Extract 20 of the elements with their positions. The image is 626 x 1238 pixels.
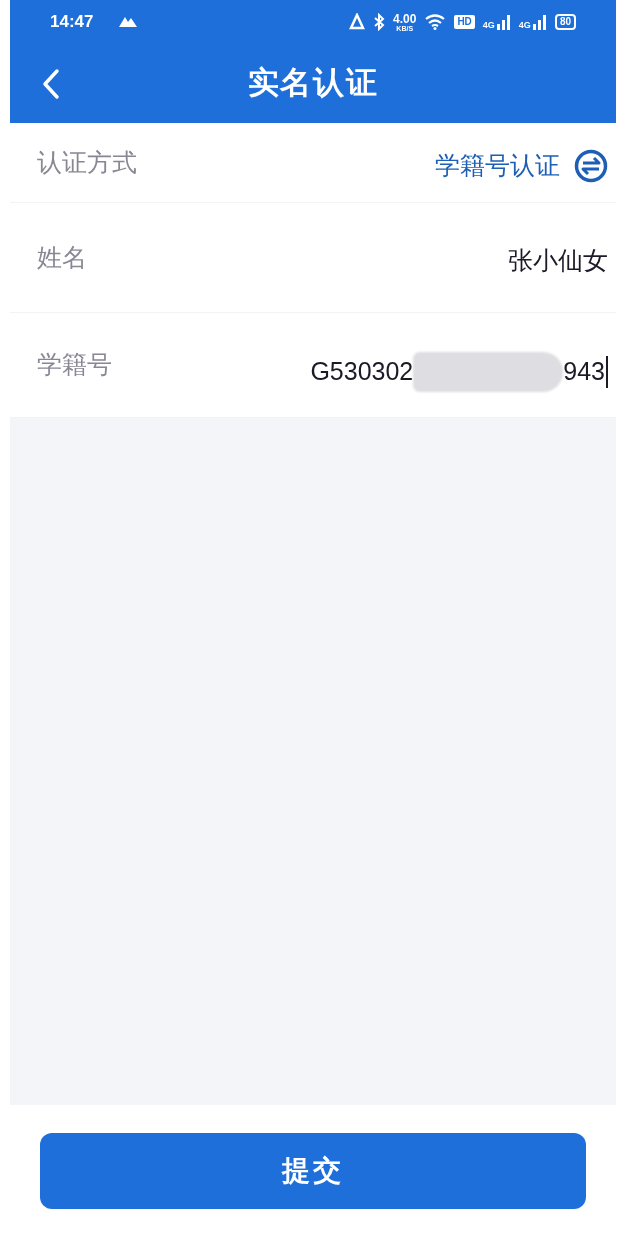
field-label: 认证方式: [37, 146, 137, 178]
network-type: 4G: [518, 21, 531, 30]
network-speed: 4.00: [393, 12, 417, 25]
field-label: 学籍号: [37, 349, 112, 381]
hd-badge: HD: [454, 15, 475, 29]
submit-button[interactable]: 提交: [40, 1132, 586, 1209]
name-value: 张小仙女: [508, 244, 608, 276]
auth-method-selector[interactable]: 学籍号认证: [435, 140, 608, 185]
bluetooth-icon: [373, 13, 386, 31]
field-label: 姓名: [37, 241, 87, 273]
text-cursor: [606, 356, 608, 388]
switch-icon: [574, 148, 608, 183]
student-id-field[interactable]: G530302 943: [310, 338, 608, 392]
signal-icon: [496, 14, 511, 30]
page-title: 实名认证: [247, 64, 379, 103]
status-time: 14:47: [50, 11, 94, 34]
battery-icon: 80: [554, 14, 576, 30]
signal-icon: [532, 14, 547, 30]
network-type: 4G: [482, 21, 495, 30]
wifi-icon: [424, 14, 447, 30]
